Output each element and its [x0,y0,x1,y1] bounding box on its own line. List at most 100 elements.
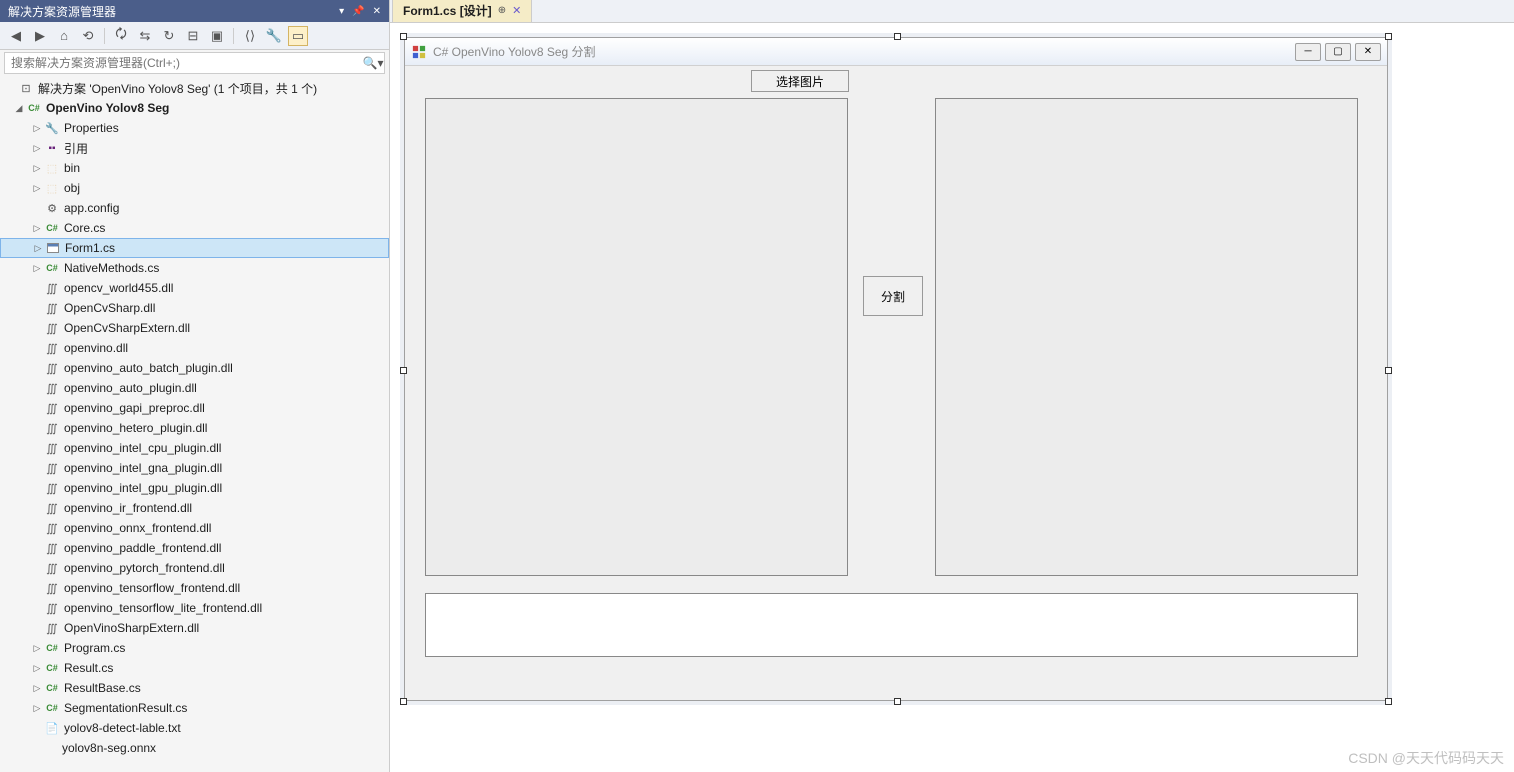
tree-label: OpenCvSharpExtern.dll [64,321,190,335]
tree-item-dll[interactable]: ∭openvino_onnx_frontend.dll [0,518,389,538]
chevron-right-icon[interactable]: ▷ [30,163,44,174]
chevron-right-icon[interactable]: ▷ [30,703,44,714]
close-icon[interactable]: ✕ [373,6,381,17]
tree-item-dll[interactable]: ∭openvino_auto_batch_plugin.dll [0,358,389,378]
tree-item-dll[interactable]: ∭OpenCvSharpExtern.dll [0,318,389,338]
chevron-right-icon[interactable]: ▷ [30,683,44,694]
pin-icon[interactable]: 📌 [352,6,364,17]
form-window[interactable]: C# OpenVino Yolov8 Seg 分割 ─ ▢ ✕ 选择图片 分割 [404,37,1388,701]
redo-arrow-icon[interactable]: ↻ [159,26,179,46]
resize-handle[interactable] [400,698,407,705]
references-icon: ▪▪ [44,140,60,156]
tree-item-dll[interactable]: ∭openvino_gapi_preproc.dll [0,398,389,418]
resize-handle[interactable] [1385,367,1392,374]
tree-item-onnx[interactable]: yolov8n-seg.onnx [0,738,389,758]
select-image-button[interactable]: 选择图片 [751,70,849,92]
tree-label: app.config [64,201,119,215]
sync-icon[interactable]: ⟲ [78,26,98,46]
tree-item-core[interactable]: ▷ C# Core.cs [0,218,389,238]
undo-arrow-icon[interactable]: ⇆ [135,26,155,46]
tree-label: Core.cs [64,221,105,235]
minimize-icon[interactable]: ─ [1295,43,1321,61]
form-body[interactable]: 选择图片 分割 [405,66,1387,700]
tree-item-dll[interactable]: ∭openvino_hetero_plugin.dll [0,418,389,438]
tree-item-dll[interactable]: ∭OpenCvSharp.dll [0,298,389,318]
tree-item-references[interactable]: ▷ ▪▪ 引用 [0,138,389,158]
preview-icon[interactable]: ▭ [288,26,308,46]
tree-item-segresult[interactable]: ▷C#SegmentationResult.cs [0,698,389,718]
chevron-right-icon[interactable]: ▷ [30,223,44,234]
tree-item-properties[interactable]: ▷ 🔧 Properties [0,118,389,138]
file-icon: 📄 [44,720,60,736]
resize-handle[interactable] [894,698,901,705]
tree-item-form1[interactable]: ▷ Form1.cs [0,238,389,258]
picture-box-right[interactable] [935,98,1358,576]
search-icon[interactable]: 🔍▾ [362,53,384,73]
dll-icon: ∭ [44,560,60,576]
tree-item-resultbase[interactable]: ▷C#ResultBase.cs [0,678,389,698]
tree-item-dll[interactable]: ∭openvino.dll [0,338,389,358]
folder-icon: ⬚ [44,160,60,176]
tree-item-result[interactable]: ▷C#Result.cs [0,658,389,678]
show-all-icon[interactable]: ▣ [207,26,227,46]
tree-item-dll[interactable]: ∭openvino_paddle_frontend.dll [0,538,389,558]
chevron-right-icon[interactable]: ▷ [30,643,44,654]
picture-box-left[interactable] [425,98,848,576]
tree-item-dll[interactable]: ∭openvino_intel_gpu_plugin.dll [0,478,389,498]
tree-item-dll[interactable]: ∭openvino_pytorch_frontend.dll [0,558,389,578]
tree-item-program[interactable]: ▷C#Program.cs [0,638,389,658]
resize-handle[interactable] [400,33,407,40]
tree-item-obj[interactable]: ▷ ⬚ obj [0,178,389,198]
chevron-right-icon[interactable]: ▷ [30,143,44,154]
segment-button[interactable]: 分割 [863,276,923,316]
code-icon[interactable]: ⟨⟩ [240,26,260,46]
output-textarea[interactable] [425,593,1358,657]
home-icon[interactable]: ⌂ [54,26,74,46]
dropdown-icon[interactable]: ▾ [339,6,344,17]
tab-form1-design[interactable]: Form1.cs [设计] ⊕ ✕ [392,0,532,22]
chevron-right-icon[interactable]: ▷ [30,123,44,134]
collapse-icon[interactable]: ⊟ [183,26,203,46]
chevron-right-icon[interactable]: ▷ [30,183,44,194]
form-titlebar[interactable]: C# OpenVino Yolov8 Seg 分割 ─ ▢ ✕ [405,38,1387,66]
tree-item-dll[interactable]: ∭openvino_tensorflow_frontend.dll [0,578,389,598]
back-icon[interactable]: ◀ [6,26,26,46]
tree-item-appconfig[interactable]: ⚙ app.config [0,198,389,218]
tree-item-bin[interactable]: ▷ ⬚ bin [0,158,389,178]
tree-item-txt[interactable]: 📄yolov8-detect-lable.txt [0,718,389,738]
maximize-icon[interactable]: ▢ [1325,43,1351,61]
resize-handle[interactable] [1385,698,1392,705]
solution-node[interactable]: ⊡ 解决方案 'OpenVino Yolov8 Seg' (1 个项目，共 1 … [0,78,389,98]
tree-item-dll[interactable]: ∭openvino_intel_gna_plugin.dll [0,458,389,478]
resize-handle[interactable] [1385,33,1392,40]
tree-item-dll[interactable]: ∭openvino_intel_cpu_plugin.dll [0,438,389,458]
refresh-icon[interactable]: 🗘 [111,26,131,46]
resize-handle[interactable] [400,367,407,374]
tree-label: openvino_auto_batch_plugin.dll [64,361,233,375]
chevron-right-icon[interactable]: ▷ [31,243,45,254]
forward-icon[interactable]: ▶ [30,26,50,46]
close-icon[interactable]: ✕ [1355,43,1381,61]
app-icon [411,44,427,60]
resize-handle[interactable] [894,33,901,40]
pin-icon[interactable]: ⊕ [498,5,506,16]
properties-icon[interactable]: 🔧 [264,26,284,46]
tree-item-dll[interactable]: ∭opencv_world455.dll [0,278,389,298]
designer-panel: Form1.cs [设计] ⊕ ✕ C# OpenVino Yolov8 Seg… [390,0,1514,772]
tree-label: openvino_auto_plugin.dll [64,381,197,395]
tree-item-dll[interactable]: ∭openvino_ir_frontend.dll [0,498,389,518]
close-icon[interactable]: ✕ [512,4,521,17]
form-container[interactable]: C# OpenVino Yolov8 Seg 分割 ─ ▢ ✕ 选择图片 分割 [404,37,1388,701]
tree-label: OpenCvSharp.dll [64,301,155,315]
chevron-down-icon[interactable]: ◢ [12,103,26,114]
tree-item-nativemethods[interactable]: ▷ C# NativeMethods.cs [0,258,389,278]
chevron-right-icon[interactable]: ▷ [30,663,44,674]
tree-item-dll[interactable]: ∭openvino_auto_plugin.dll [0,378,389,398]
search-input[interactable] [5,53,362,73]
project-node[interactable]: ◢ C# OpenVino Yolov8 Seg [0,98,389,118]
designer-surface[interactable]: C# OpenVino Yolov8 Seg 分割 ─ ▢ ✕ 选择图片 分割 [390,22,1514,772]
tree-item-dll[interactable]: ∭openvino_tensorflow_lite_frontend.dll [0,598,389,618]
tree-item-dll[interactable]: ∭OpenVinoSharpExtern.dll [0,618,389,638]
dll-icon: ∭ [44,400,60,416]
chevron-right-icon[interactable]: ▷ [30,263,44,274]
